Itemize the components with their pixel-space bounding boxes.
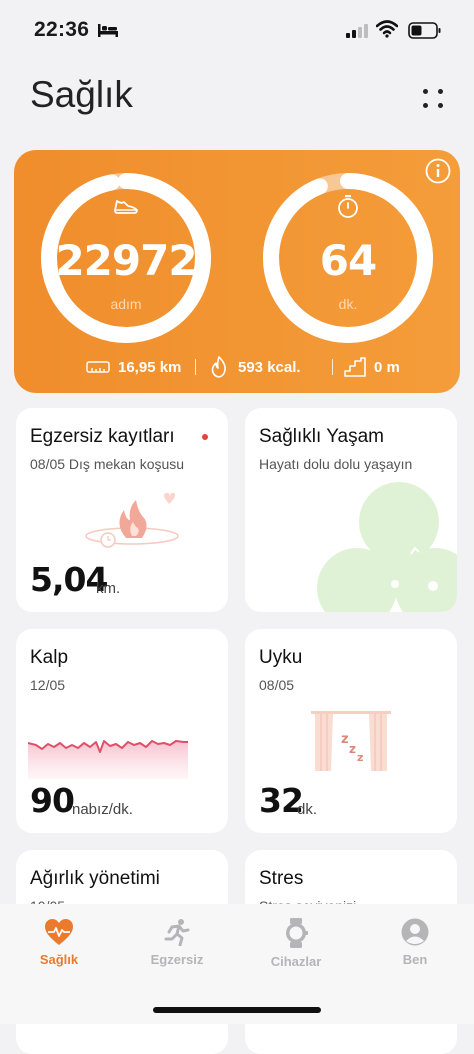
exercise-subtitle: 08/05 Dış mekan koşusu	[30, 456, 185, 472]
status-bar: 22:36	[0, 0, 474, 60]
signal-icon	[346, 24, 368, 38]
heart-rate-unit: nabız/dk.	[72, 801, 133, 818]
svg-text:z: z	[341, 732, 349, 747]
home-indicator[interactable]	[153, 1007, 321, 1013]
page-title: Sağlık	[30, 74, 133, 115]
sleep-illustration: z z z	[311, 711, 391, 771]
flame-icon	[211, 356, 226, 378]
exercise-distance-unit: km.	[96, 580, 121, 597]
heart-rate-graph	[28, 740, 188, 779]
bottom-tab-bar: Sağlık Egzersiz Cihazlar Ben	[0, 904, 474, 1024]
bed-icon	[98, 24, 118, 37]
ruler-icon	[86, 361, 110, 373]
tab-me-label: Ben	[402, 952, 428, 967]
notification-dot	[202, 434, 208, 440]
healthy-living-subtitle: Hayatı dolu dolu yaşayın	[259, 456, 413, 472]
exercise-records-card[interactable]: Egzersiz kayıtları 08/05 Dış mekan koşus…	[16, 408, 228, 612]
wifi-icon	[376, 20, 398, 38]
calories-value: 593 kcal.	[238, 358, 301, 376]
weight-title: Ağırlık yönetimi	[30, 868, 160, 889]
battery-icon	[408, 22, 441, 39]
active-minutes-unit: dk.	[338, 296, 358, 312]
stat-divider	[332, 359, 333, 375]
exercise-title: Egzersiz kayıtları	[30, 426, 175, 447]
stairs-icon	[344, 357, 366, 377]
stress-title: Stres	[259, 868, 304, 889]
sleep-title: Uyku	[259, 647, 303, 668]
steps-unit: adım	[110, 296, 142, 312]
steps-value: 22972	[55, 236, 197, 285]
user-icon	[401, 918, 429, 946]
tab-exercise-label: Egzersiz	[150, 952, 204, 967]
distance-value: 16,95 km	[118, 358, 182, 376]
svg-text:z: z	[357, 751, 363, 764]
climb-value: 0 m	[374, 358, 400, 376]
heart-pulse-icon	[45, 919, 73, 945]
healthy-living-title: Sağlıklı Yaşam	[259, 426, 384, 447]
hero-stats-row: 16,95 km 593 kcal. 0 m	[14, 354, 460, 380]
runner-icon	[164, 919, 190, 946]
tab-devices[interactable]: Cihazlar	[237, 918, 355, 988]
tab-me[interactable]: Ben	[356, 918, 474, 988]
tab-health[interactable]: Sağlık	[0, 918, 118, 988]
tab-exercise[interactable]: Egzersiz	[118, 918, 236, 988]
clover-illustration	[317, 482, 457, 612]
climb-stat: 0 m	[344, 354, 400, 380]
heart-rate-value: 90	[30, 781, 75, 820]
tab-health-label: Sağlık	[39, 952, 79, 967]
heart-title: Kalp	[30, 647, 69, 668]
grid-menu-icon[interactable]	[418, 84, 448, 114]
tab-devices-label: Cihazlar	[270, 954, 322, 969]
active-minutes-ring[interactable]: 64 dk.	[262, 172, 434, 344]
sleep-subtitle: 08/05	[259, 677, 295, 693]
status-time: 22:36	[34, 18, 90, 41]
sleep-unit: dk.	[297, 801, 318, 818]
activity-summary-card[interactable]: 22972 adım 64 dk. 16,95 km 593 kcal. 0 m	[14, 150, 460, 393]
calories-stat: 593 kcal.	[208, 354, 301, 380]
distance-stat: 16,95 km	[86, 354, 181, 380]
active-minutes-value: 64	[319, 236, 377, 285]
exercise-illustration	[85, 492, 179, 548]
shoe-icon	[114, 200, 138, 214]
stat-divider	[195, 359, 196, 375]
watch-icon	[286, 918, 308, 948]
healthy-living-card[interactable]: Sağlıklı Yaşam Hayatı dolu dolu yaşayın	[245, 408, 457, 612]
steps-ring[interactable]: 22972 adım	[40, 172, 212, 344]
heart-subtitle: 12/05	[30, 677, 66, 693]
svg-text:z: z	[349, 742, 356, 756]
stopwatch-icon	[338, 195, 358, 218]
sleep-card[interactable]: Uyku 08/05 z z z 32 dk.	[245, 629, 457, 833]
heart-rate-card[interactable]: Kalp 12/05 90 nabız/dk.	[16, 629, 228, 833]
